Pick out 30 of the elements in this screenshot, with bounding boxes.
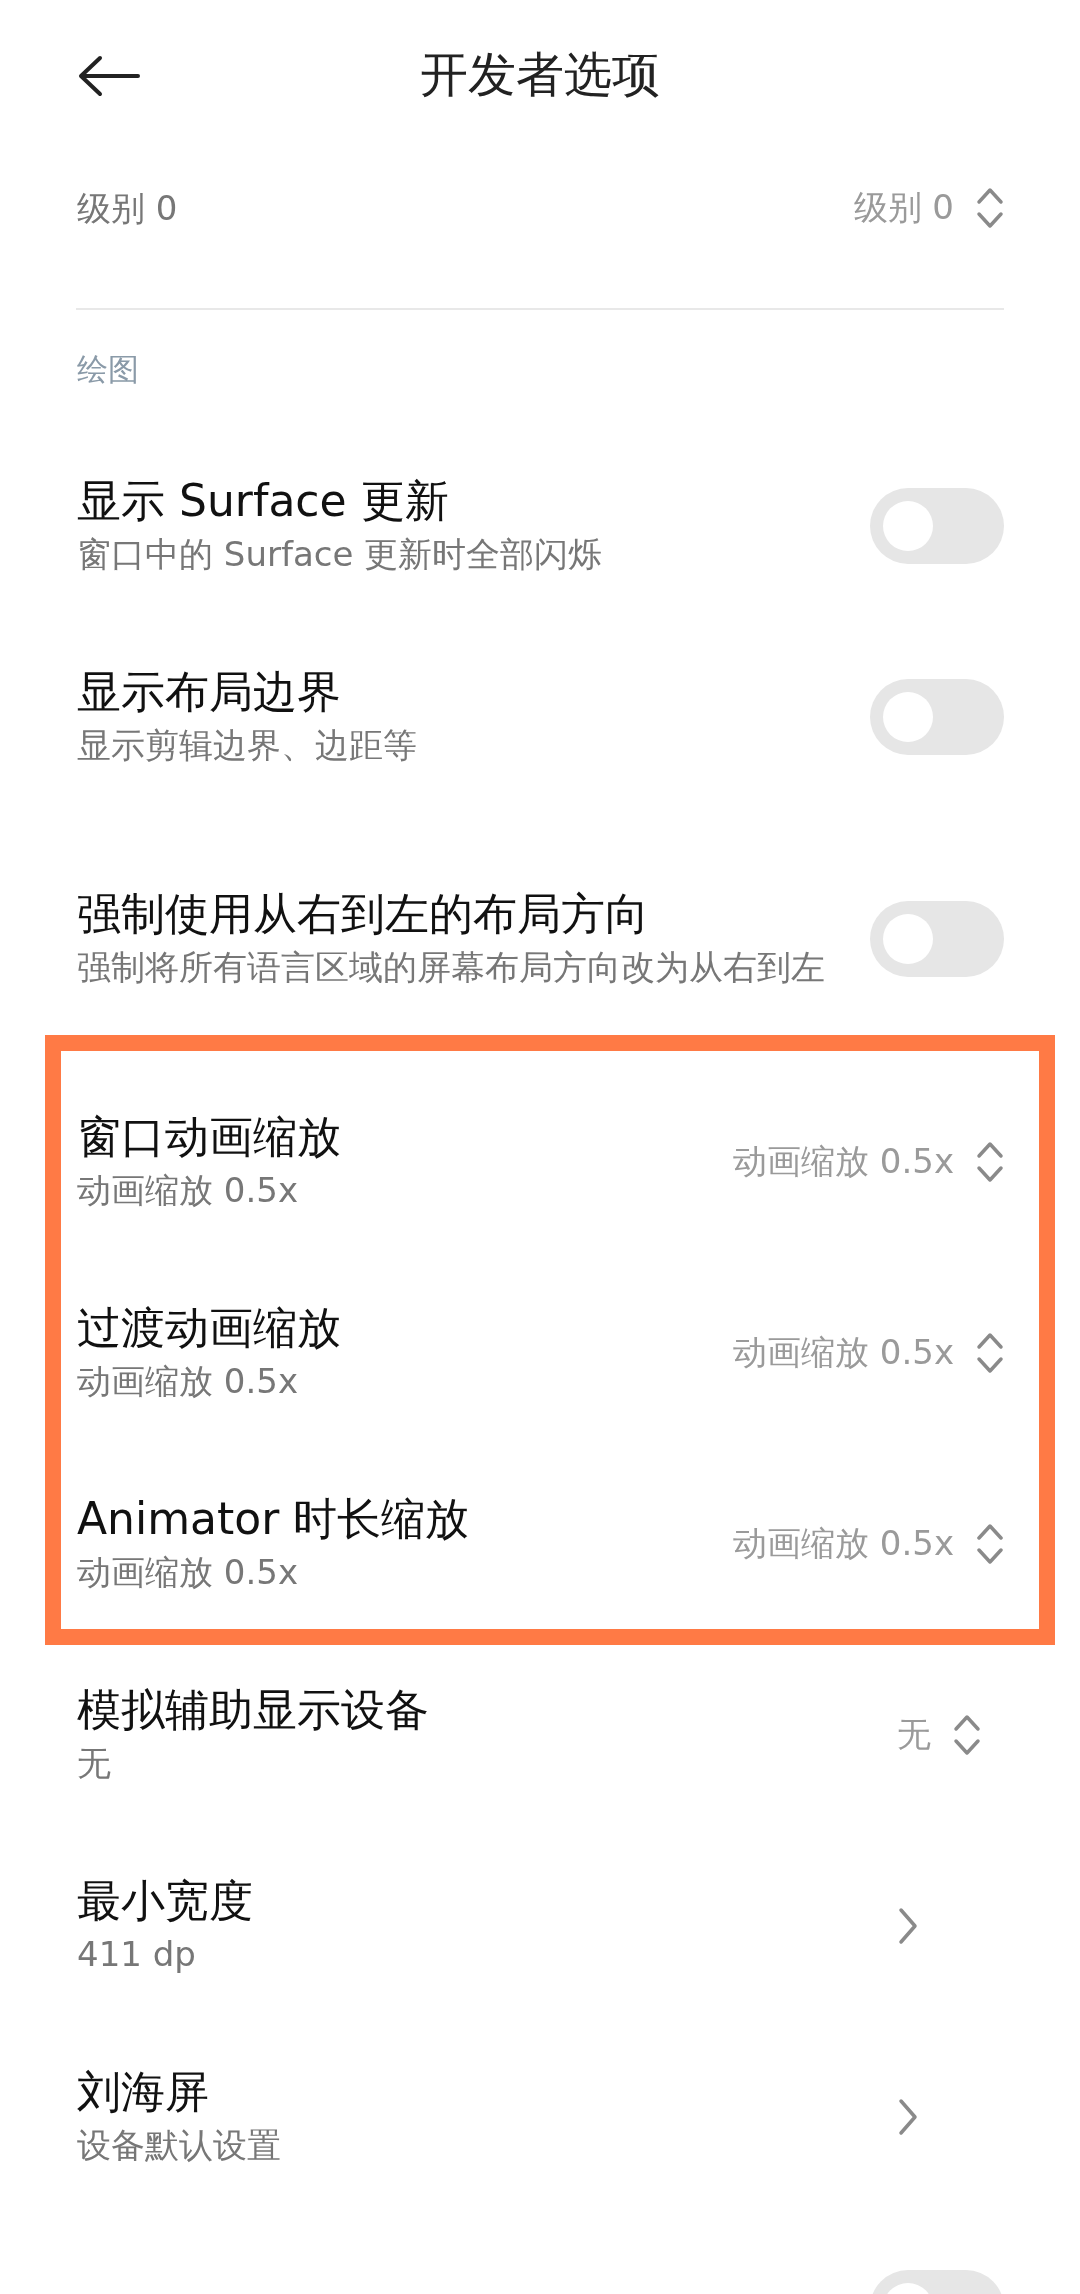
- setting-description: 显示剪辑边界、边距等: [77, 723, 418, 767]
- setting-description: 411 dp: [77, 1932, 197, 1976]
- setting-title: 最小宽度: [77, 1873, 254, 1928]
- setting-description: 动画缩放 0.5x: [77, 1359, 299, 1403]
- setting-description: 无: [77, 1741, 112, 1785]
- setting-description: 设备默认设置: [77, 2123, 282, 2167]
- setting-description: 动画缩放 0.5x: [77, 1168, 299, 1212]
- setting-title: 显示 Surface 更新: [77, 473, 450, 528]
- setting-description: 强制将所有语言区域的屏幕布局方向改为从右到左: [77, 946, 826, 989]
- setting-value: 无: [897, 1712, 931, 1756]
- setting-title: 显示布局边界: [77, 664, 342, 719]
- setting-description: 动画缩放 0.5x: [77, 1550, 299, 1594]
- setting-value: 动画缩放 0.5x: [733, 1330, 954, 1374]
- chevron-right-icon: [897, 2096, 919, 2137]
- back-arrow-icon[interactable]: [76, 54, 142, 98]
- setting-description: 级别 0: [77, 187, 179, 230]
- setting-title: 刘海屏: [77, 2064, 210, 2119]
- page-title: 开发者选项: [420, 45, 660, 104]
- setting-title: 模拟辅助显示设备: [77, 1682, 430, 1737]
- setting-title: 窗口动画缩放: [77, 1109, 342, 1164]
- setting-value: 动画缩放 0.5x: [733, 1521, 954, 1565]
- setting-title: Animator 时长缩放: [77, 1491, 471, 1546]
- setting-title: 过渡动画缩放: [77, 1300, 342, 1355]
- setting-value: 动画缩放 0.5x: [733, 1139, 954, 1183]
- section-label: 绘图: [76, 350, 140, 389]
- setting-title: 强制使用从右到左的布局方向: [77, 887, 650, 941]
- setting-description: 窗口中的 Surface 更新时全部闪烁: [77, 532, 604, 576]
- chevron-right-icon: [897, 1905, 919, 1946]
- setting-value: 级别 0: [853, 186, 954, 229]
- up-down-chevron-icon: [976, 185, 1004, 231]
